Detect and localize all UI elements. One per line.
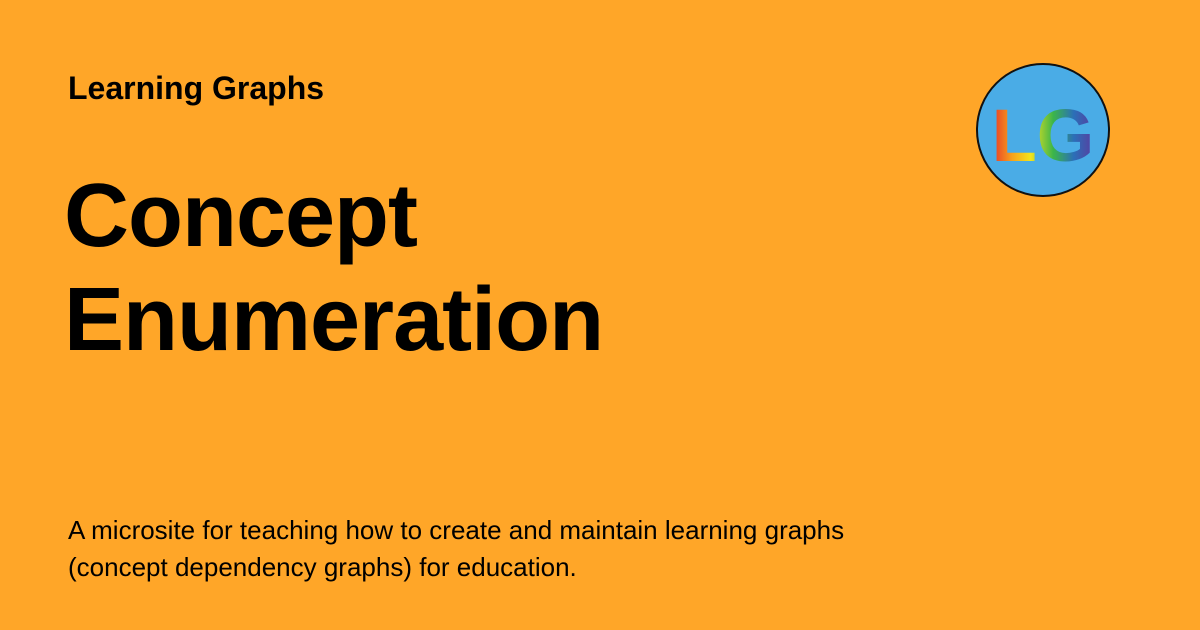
page-title-line-1: Concept	[64, 166, 418, 266]
site-logo: LG	[976, 63, 1110, 197]
social-card: Learning Graphs Concept Enumeration A mi…	[0, 0, 1200, 630]
site-name: Learning Graphs	[68, 70, 325, 106]
page-description: A microsite for teaching how to create a…	[68, 515, 845, 582]
page-title: Concept Enumeration	[64, 164, 964, 372]
logo-icon: LG	[992, 94, 1095, 177]
page-title-line-2: Enumeration	[64, 270, 604, 370]
logo-lettering: LG	[992, 94, 1095, 177]
